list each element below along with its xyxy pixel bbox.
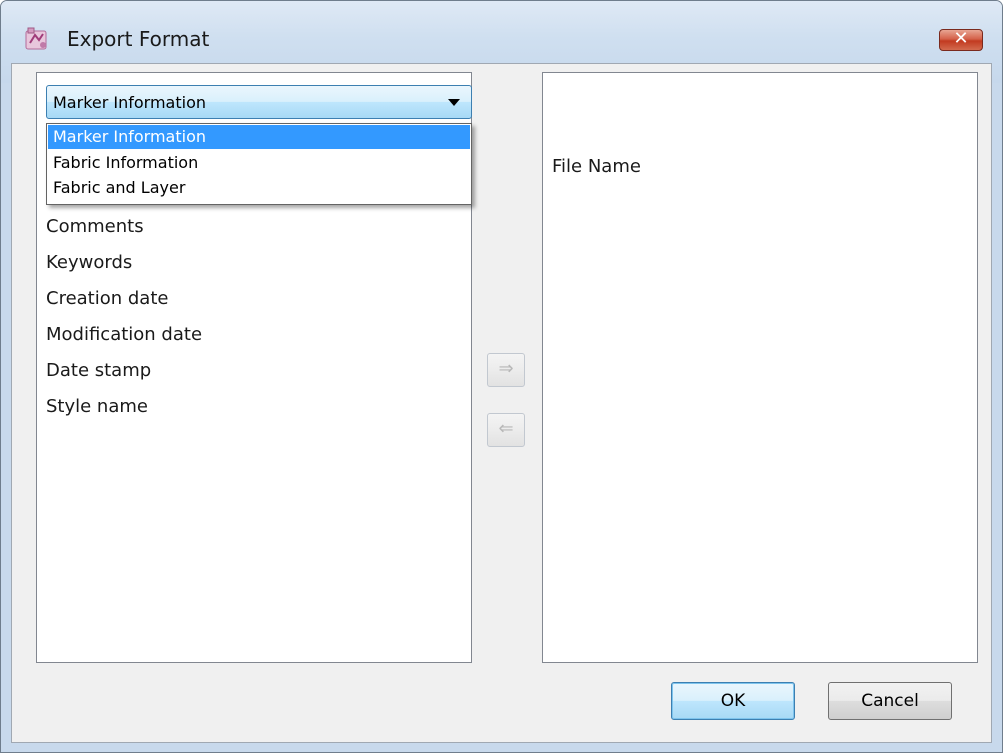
export-format-dialog: Export Format ✕ Comments Keywords Creati… <box>0 0 1003 753</box>
list-item[interactable]: File Name <box>552 156 641 177</box>
chevron-down-icon[interactable] <box>448 99 460 106</box>
list-item[interactable]: Modification date <box>46 324 202 345</box>
window-title: Export Format <box>67 27 210 51</box>
remove-field-button[interactable]: ⇐ <box>487 413 525 447</box>
dropdown-option-fabric-information[interactable]: Fabric Information <box>48 151 470 175</box>
cancel-button[interactable]: Cancel <box>828 682 952 720</box>
list-item[interactable]: Style name <box>46 396 148 417</box>
dropdown-option-marker-information[interactable]: Marker Information <box>48 125 470 149</box>
ok-button[interactable]: OK <box>671 682 795 720</box>
list-item[interactable]: Keywords <box>46 252 132 273</box>
arrow-left-icon: ⇐ <box>498 418 514 439</box>
list-item[interactable]: Comments <box>46 216 144 237</box>
dropdown-option-fabric-and-layer[interactable]: Fabric and Layer <box>48 176 470 200</box>
close-button[interactable]: ✕ <box>939 29 983 51</box>
format-type-combobox[interactable]: Marker Information <box>46 85 472 119</box>
app-icon <box>25 27 47 50</box>
selected-fields-list[interactable]: File Name <box>542 72 978 663</box>
combobox-selected-value: Marker Information <box>53 93 207 112</box>
list-item[interactable]: Creation date <box>46 288 168 309</box>
close-icon: ✕ <box>953 28 969 49</box>
arrow-right-icon: ⇒ <box>498 358 514 379</box>
add-field-button[interactable]: ⇒ <box>487 353 525 387</box>
format-type-dropdown: Marker Information Fabric Information Fa… <box>46 123 472 205</box>
list-item[interactable]: Date stamp <box>46 360 151 381</box>
